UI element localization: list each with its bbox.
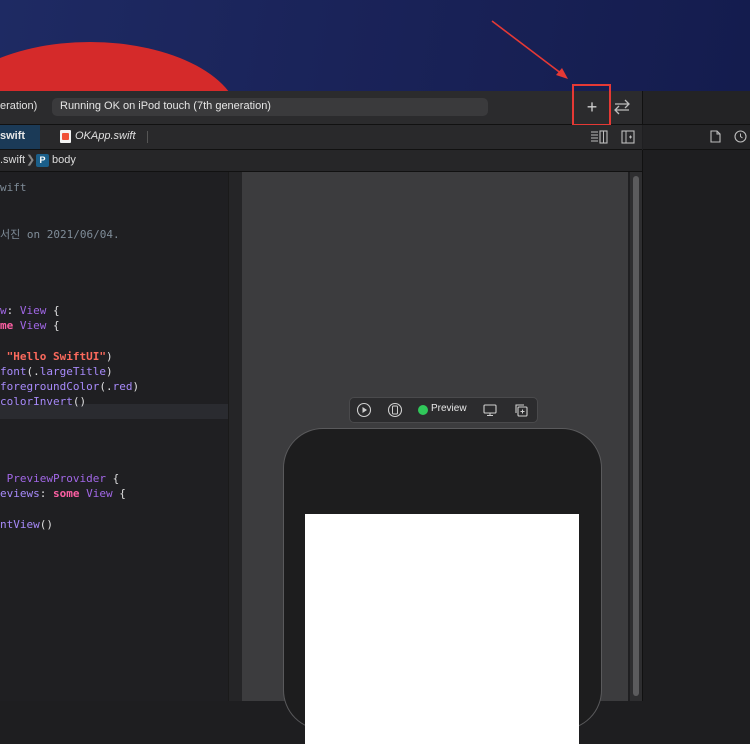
inspect-icon[interactable] (387, 402, 403, 418)
xcode-window: eration) Running OK on iPod touch (7th g… (0, 84, 750, 744)
activity-status: Running OK on iPod touch (7th generation… (52, 98, 488, 116)
scheme-selector[interactable]: eration) (0, 100, 37, 112)
breadcrumb-symbol[interactable]: body (52, 154, 76, 166)
source-editor[interactable]: wift 서진 on 2021/06/04. w: View {me View { … (0, 172, 228, 701)
code-line: w: View { (0, 303, 60, 318)
preview-label[interactable]: Preview (431, 403, 467, 414)
code-token: font (0, 365, 27, 378)
tab-divider (147, 131, 148, 143)
swift-file-icon (60, 130, 71, 143)
code-token: some (53, 487, 80, 500)
history-inspector-icon[interactable] (734, 130, 747, 143)
code-token: { (46, 304, 60, 317)
tab-contentview[interactable]: swift (0, 125, 40, 149)
activity-status-text: Running OK on iPod touch (7th generation… (60, 100, 271, 112)
jump-bar: .swift ❯ P body (0, 150, 642, 172)
code-token: ) (132, 380, 140, 393)
code-token: View (19, 304, 47, 317)
code-line: font(.largeTitle) (0, 364, 113, 379)
code-line: PreviewProvider { (0, 471, 120, 486)
property-badge-icon: P (36, 154, 49, 167)
code-token: red (112, 380, 133, 393)
editor-options-icon[interactable] (590, 130, 608, 144)
code-token: View (13, 319, 47, 332)
inspector-toolbar (643, 125, 750, 150)
code-line: colorInvert() (0, 394, 86, 409)
code-token: colorInvert (0, 395, 73, 408)
code-token: "Hello SwiftUI" (0, 350, 106, 363)
code-token: { (105, 472, 120, 485)
live-status-dot (418, 405, 428, 415)
chevron-right-icon: ❯ (26, 154, 36, 166)
add-editor-icon[interactable] (621, 130, 635, 144)
swap-arrows-icon[interactable] (610, 97, 634, 117)
code-line: ntView() (0, 517, 53, 532)
code-token: eviews (0, 487, 40, 500)
code-line: "Hello SwiftUI") (0, 349, 113, 364)
code-token: PreviewProvider (0, 472, 106, 485)
code-token: foregroundColor (0, 380, 100, 393)
code-token: wift (0, 181, 27, 194)
preview-toolbar: Preview (349, 397, 538, 423)
code-token: (. (99, 380, 113, 393)
play-icon[interactable] (356, 402, 372, 418)
toolbar-right-area (642, 91, 750, 125)
annotation-arrow (491, 20, 568, 79)
code-token: () (72, 395, 87, 408)
code-token: (. (26, 365, 40, 378)
file-inspector-icon[interactable] (710, 130, 721, 143)
code-token: { (46, 319, 60, 332)
code-line: wift (0, 180, 27, 195)
tab-label: OKApp.swift (75, 130, 136, 142)
code-token: me (0, 319, 14, 332)
code-token: { (112, 487, 126, 500)
code-token: View (79, 487, 113, 500)
duplicate-icon[interactable] (513, 402, 529, 418)
scrollbar-thumb[interactable] (633, 176, 639, 696)
code-token: () (39, 518, 53, 531)
ipod-device-frame (283, 428, 602, 744)
desktop-background (0, 0, 750, 91)
inspector-panel (642, 150, 750, 701)
device-settings-icon[interactable] (482, 402, 498, 418)
device-screen[interactable] (305, 514, 579, 744)
tab-bar: swift OKApp.swift (0, 125, 642, 150)
window-toolbar: eration) Running OK on iPod touch (7th g… (0, 84, 642, 126)
code-line: 서진 on 2021/06/04. (0, 227, 120, 242)
code-token: largeTitle (39, 365, 106, 378)
canvas-scrollbar[interactable] (630, 172, 642, 701)
code-token: ntView (0, 518, 40, 531)
code-token: : (6, 304, 20, 317)
breadcrumb-file[interactable]: .swift (0, 154, 25, 166)
code-line: foregroundColor(.red) (0, 379, 139, 394)
code-token: : (39, 487, 53, 500)
tab-label: swift (0, 130, 26, 142)
code-line: me View { (0, 318, 60, 333)
code-token: ) (105, 365, 113, 378)
code-token: 서진 on 2021/06/04. (0, 228, 120, 241)
code-line: eviews: some View { (0, 486, 126, 501)
preview-canvas: Preview (242, 172, 628, 744)
code-token: ) (105, 350, 113, 363)
code-token: w (0, 304, 7, 317)
annotation-highlight-box (572, 84, 611, 126)
